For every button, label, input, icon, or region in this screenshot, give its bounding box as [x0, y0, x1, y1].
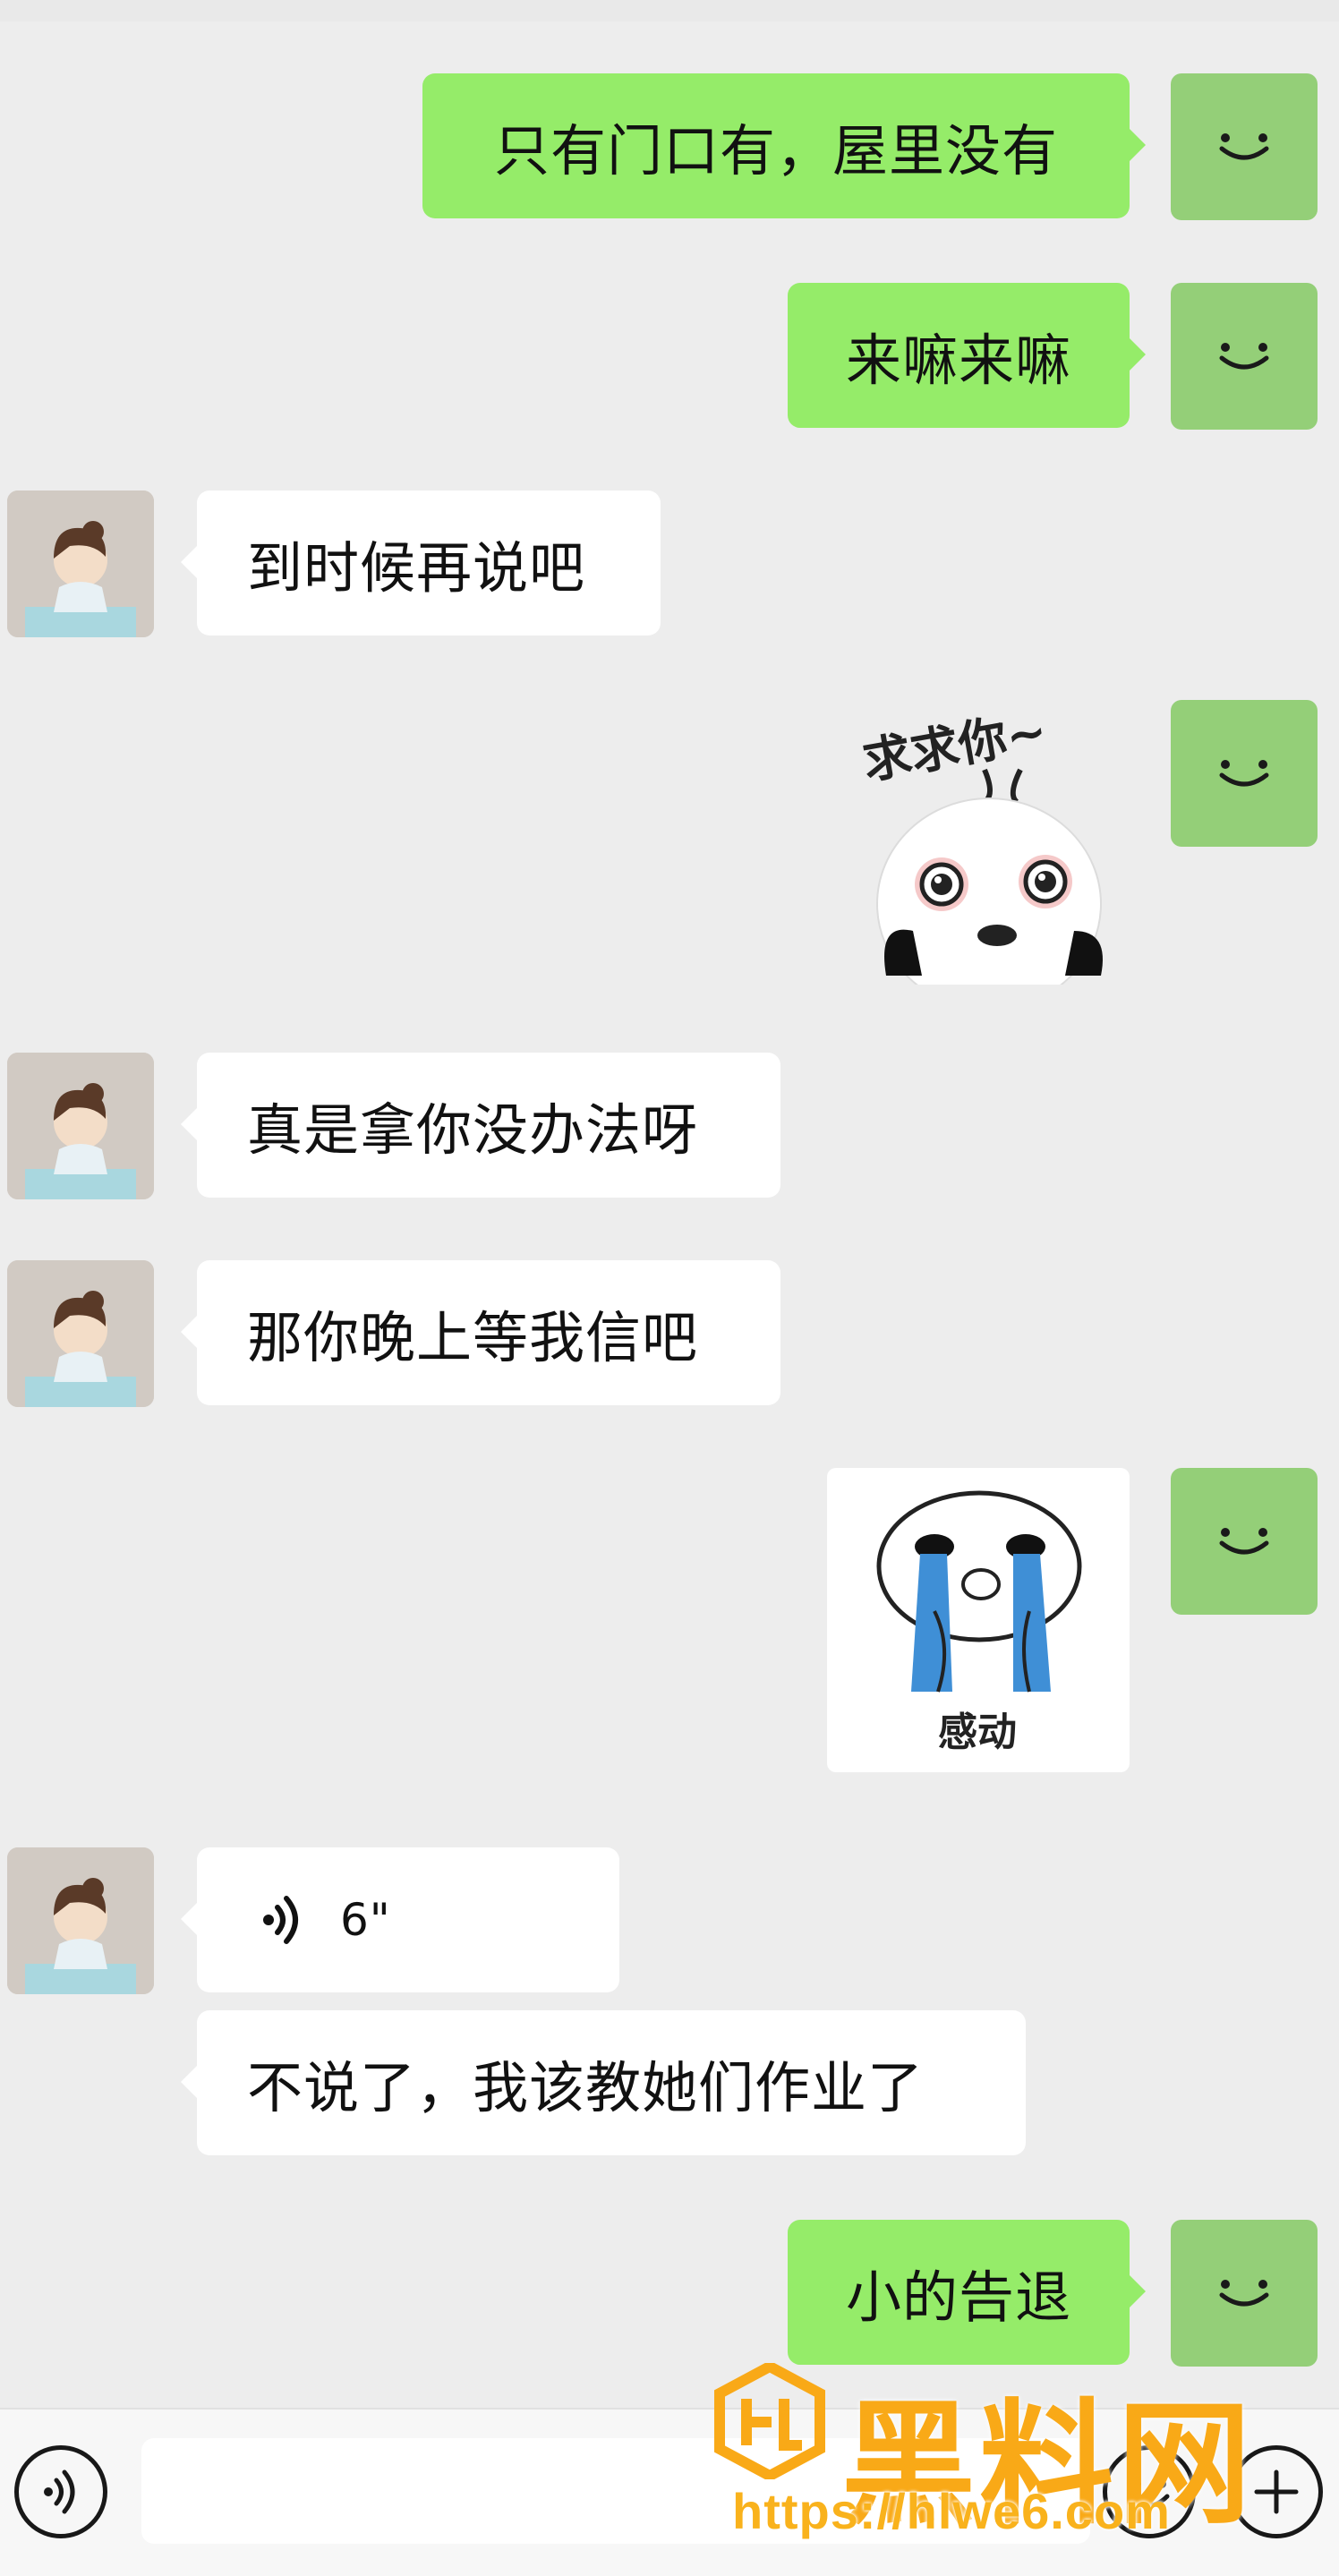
sticker-message[interactable]: 求求你~ — [850, 703, 1119, 1011]
smile-avatar-icon — [1219, 133, 1269, 160]
message-bubble-incoming[interactable]: 不说了，我该教她们作业了 — [181, 2010, 1026, 2155]
contact-avatar[interactable] — [7, 490, 154, 637]
watermark-emblem-icon — [714, 2360, 825, 2482]
self-avatar[interactable] — [1171, 2220, 1318, 2367]
girl-avatar-icon — [7, 1260, 154, 1407]
message-bubble-incoming[interactable]: 到时候再说吧 — [181, 490, 661, 635]
watermark-logo — [714, 2360, 825, 2483]
chat-area[interactable]: 只有门口有，屋里没有 来嘛来嘛 到时候再说吧 求求你~ 真是拿你没办法呀 那你晚… — [0, 0, 1339, 2408]
self-avatar[interactable] — [1171, 73, 1318, 220]
contact-avatar[interactable] — [7, 1053, 154, 1199]
message-bubble-incoming[interactable]: 真是拿你没办法呀 — [181, 1053, 780, 1198]
message-text: 不说了，我该教她们作业了 — [247, 2055, 925, 2120]
message-bubble-outgoing[interactable]: 只有门口有，屋里没有 — [422, 73, 1146, 218]
message-text: 只有门口有，屋里没有 — [493, 118, 1058, 183]
message-bubble-outgoing[interactable]: 来嘛来嘛 — [788, 283, 1146, 428]
self-avatar[interactable] — [1171, 700, 1318, 847]
girl-avatar-icon — [7, 490, 154, 637]
contact-avatar[interactable] — [7, 1847, 154, 1994]
message-bubble-outgoing[interactable]: 小的告退 — [788, 2220, 1146, 2365]
voice-message-bubble[interactable]: 6" — [181, 1847, 619, 1992]
pleading-dog-sticker: 求求你~ — [858, 703, 1103, 1011]
plus-icon — [1254, 2469, 1299, 2514]
message-text: 到时候再说吧 — [247, 535, 586, 601]
girl-avatar-icon — [7, 1053, 154, 1199]
message-text: 小的告退 — [845, 2265, 1071, 2330]
smile-avatar-icon — [1219, 343, 1269, 370]
message-text: 那你晚上等我信吧 — [247, 1305, 699, 1370]
voice-wave-icon — [263, 1896, 298, 1944]
watermark-url: https://hlwe6.com — [732, 2483, 1171, 2539]
self-avatar[interactable] — [1171, 1468, 1318, 1615]
voice-duration: 6" — [340, 1894, 391, 1946]
message-text: 来嘛来嘛 — [845, 328, 1071, 393]
sticker-caption: 感动 — [938, 1710, 1017, 1755]
smile-avatar-icon — [1219, 1528, 1269, 1555]
sticker-message[interactable]: 感动 — [827, 1468, 1130, 1772]
contact-avatar[interactable] — [7, 1260, 154, 1407]
message-text: 真是拿你没办法呀 — [247, 1097, 699, 1163]
top-edge — [0, 0, 1339, 21]
smile-avatar-icon — [1219, 2280, 1269, 2307]
message-bubble-incoming[interactable]: 那你晚上等我信吧 — [181, 1260, 780, 1405]
smile-avatar-icon — [1219, 760, 1269, 787]
crying-face-sticker: 感动 — [876, 1490, 1082, 1755]
self-avatar[interactable] — [1171, 283, 1318, 430]
sticker-caption: 求求你~ — [858, 707, 1051, 790]
girl-avatar-icon — [7, 1847, 154, 1994]
voice-toggle-icon — [44, 2469, 75, 2514]
voice-toggle-button[interactable] — [14, 2445, 107, 2538]
